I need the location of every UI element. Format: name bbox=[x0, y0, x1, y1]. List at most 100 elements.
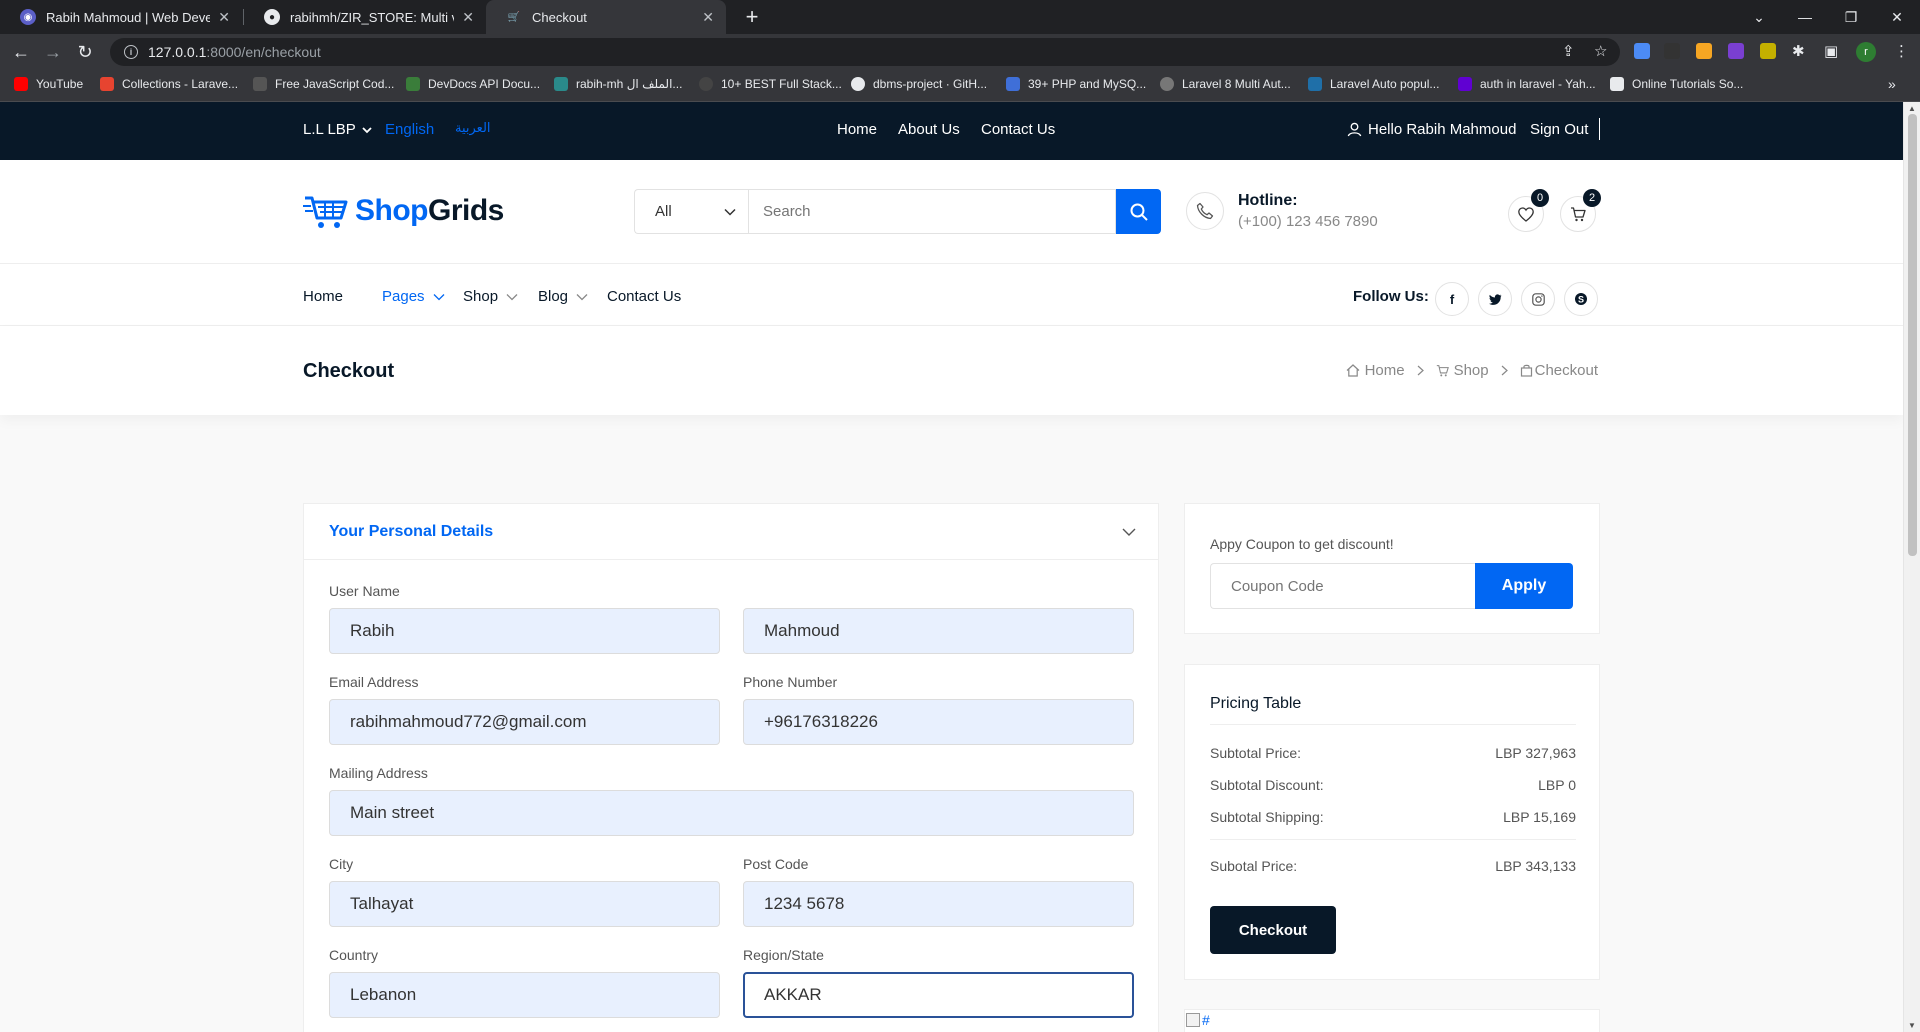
scrollbar-thumb[interactable] bbox=[1908, 114, 1917, 556]
coupon-code-input[interactable] bbox=[1210, 563, 1475, 609]
breadcrumb-shop[interactable]: Shop bbox=[1454, 362, 1489, 379]
personal-details-header[interactable]: Your Personal Details bbox=[304, 504, 1158, 560]
back-arrow-icon[interactable]: ← bbox=[8, 39, 34, 65]
translate-extension-icon[interactable] bbox=[1634, 43, 1650, 59]
extension-icon[interactable] bbox=[1728, 43, 1744, 59]
nav-shop[interactable]: Shop bbox=[463, 288, 518, 305]
tab-checkout[interactable]: 🛒 Checkout ✕ bbox=[486, 0, 726, 34]
lang-english-link[interactable]: English bbox=[385, 121, 434, 138]
scroll-up-icon[interactable]: ▲ bbox=[1908, 104, 1916, 113]
menu-kebab-icon[interactable]: ⋮ bbox=[1894, 42, 1909, 60]
mailing-address-label: Mailing Address bbox=[329, 765, 428, 781]
youtube-icon bbox=[14, 77, 28, 91]
vertical-scrollbar[interactable]: ▲ ▼ bbox=[1903, 102, 1920, 1032]
cart-button[interactable]: 2 bbox=[1560, 189, 1601, 232]
email-input[interactable] bbox=[329, 699, 720, 745]
checkout-button[interactable]: Checkout bbox=[1210, 906, 1336, 954]
share-icon[interactable]: ⇪ bbox=[1562, 42, 1575, 60]
currency-select[interactable]: L.L LBP bbox=[303, 121, 372, 138]
chevron-right-icon bbox=[1417, 365, 1424, 376]
profile-avatar[interactable]: r bbox=[1856, 42, 1876, 62]
skype-icon[interactable]: S bbox=[1564, 282, 1598, 316]
topbar-link-about[interactable]: About Us bbox=[898, 121, 960, 138]
category-select[interactable]: All bbox=[634, 189, 748, 234]
close-window-button[interactable]: ✕ bbox=[1874, 0, 1920, 34]
pricing-row: Subtotal Price: LBP 327,963 bbox=[1210, 745, 1576, 761]
nav-pages[interactable]: Pages bbox=[382, 288, 445, 305]
phone-input[interactable] bbox=[743, 699, 1134, 745]
city-input[interactable] bbox=[329, 881, 720, 927]
bookmark-item[interactable]: Collections - Larave... bbox=[100, 77, 238, 91]
twitter-icon[interactable] bbox=[1478, 282, 1512, 316]
shopgrids-logo[interactable]: ShopGrids bbox=[303, 192, 504, 230]
bookmark-youtube[interactable]: YouTube bbox=[14, 77, 83, 91]
wishlist-button[interactable]: 0 bbox=[1508, 189, 1549, 232]
address-bar[interactable]: i 127.0.0.1:8000/en/checkout bbox=[110, 38, 1620, 66]
tab-github[interactable]: ● rabihmh/ZIR_STORE: Multi vendo ✕ bbox=[244, 0, 486, 34]
lang-arabic-link[interactable]: العربية bbox=[455, 121, 491, 136]
extension-icon[interactable] bbox=[1664, 43, 1680, 59]
site-info-icon[interactable]: i bbox=[124, 45, 138, 59]
topbar-link-contact[interactable]: Contact Us bbox=[981, 121, 1055, 138]
bookmark-item[interactable]: 39+ PHP and MySQ... bbox=[1006, 77, 1146, 91]
restore-button[interactable]: ❐ bbox=[1828, 0, 1874, 34]
facebook-icon[interactable]: f bbox=[1435, 282, 1469, 316]
bookmark-item[interactable]: Laravel Auto popul... bbox=[1308, 77, 1439, 91]
country-input[interactable] bbox=[329, 972, 720, 1018]
nav-contact[interactable]: Contact Us bbox=[607, 288, 681, 305]
sign-out-link[interactable]: Sign Out bbox=[1530, 121, 1588, 138]
coupon-card: Appy Coupon to get discount! Apply bbox=[1184, 503, 1600, 634]
nav-blog[interactable]: Blog bbox=[538, 288, 588, 305]
bookmark-item[interactable]: auth in laravel - Yah... bbox=[1458, 77, 1596, 91]
bookmark-item[interactable]: DevDocs API Docu... bbox=[406, 77, 540, 91]
divider bbox=[1210, 839, 1576, 840]
instagram-icon[interactable] bbox=[1521, 282, 1555, 316]
search-button[interactable] bbox=[1116, 189, 1161, 234]
user-icon bbox=[1347, 122, 1362, 137]
nav-home[interactable]: Home bbox=[303, 288, 343, 305]
chevron-down-icon bbox=[576, 293, 588, 300]
close-tab-icon[interactable]: ✕ bbox=[462, 9, 474, 26]
bookmark-label: Online Tutorials So... bbox=[1632, 77, 1744, 91]
tab-portfolio[interactable]: ◉ Rabih Mahmoud | Web Develope ✕ bbox=[0, 0, 242, 34]
bookmark-item[interactable]: Laravel 8 Multi Aut... bbox=[1160, 77, 1291, 91]
new-tab-button[interactable]: + bbox=[738, 4, 766, 30]
bookmark-item[interactable]: 10+ BEST Full Stack... bbox=[699, 77, 842, 91]
tab-search-icon[interactable]: ⌄ bbox=[1736, 0, 1782, 34]
post-code-input[interactable] bbox=[743, 881, 1134, 927]
promo-banner[interactable]: # bbox=[1184, 1009, 1600, 1032]
github-icon: ● bbox=[264, 9, 280, 25]
scroll-down-icon[interactable]: ▼ bbox=[1908, 1021, 1916, 1030]
search-input[interactable] bbox=[748, 189, 1116, 234]
bookmark-item[interactable]: dbms-project · GitH... bbox=[851, 77, 987, 91]
reload-icon[interactable]: ↻ bbox=[72, 39, 98, 65]
side-panel-icon[interactable]: ▣ bbox=[1824, 42, 1838, 60]
extension-icon[interactable] bbox=[1696, 43, 1712, 59]
pricing-row: Subtotal Shipping: LBP 15,169 bbox=[1210, 809, 1576, 825]
cart-count-badge: 2 bbox=[1583, 189, 1601, 207]
more-bookmarks-icon[interactable]: » bbox=[1888, 76, 1896, 92]
user-greeting[interactable]: Hello Rabih Mahmoud bbox=[1347, 121, 1516, 138]
close-tab-icon[interactable]: ✕ bbox=[702, 9, 714, 26]
bookmark-label: Laravel 8 Multi Aut... bbox=[1182, 77, 1291, 91]
breadcrumb-home[interactable]: Home bbox=[1365, 362, 1405, 379]
pricing-row-label: Subtotal Price: bbox=[1210, 745, 1302, 761]
region-input[interactable] bbox=[743, 972, 1134, 1018]
puzzle-extensions-icon[interactable]: ✱ bbox=[1792, 42, 1805, 60]
minimize-button[interactable]: — bbox=[1782, 0, 1828, 34]
last-name-input[interactable] bbox=[743, 608, 1134, 654]
apply-coupon-button[interactable]: Apply bbox=[1475, 563, 1573, 609]
close-tab-icon[interactable]: ✕ bbox=[218, 9, 230, 26]
forward-arrow-icon[interactable]: → bbox=[40, 39, 66, 65]
extension-icon[interactable] bbox=[1760, 43, 1776, 59]
cart-icon bbox=[1436, 365, 1449, 377]
bookmark-item[interactable]: Free JavaScript Cod... bbox=[253, 77, 394, 91]
bookmark-item[interactable]: Online Tutorials So... bbox=[1610, 77, 1743, 91]
topbar-link-home[interactable]: Home bbox=[837, 121, 877, 138]
mailing-address-input[interactable] bbox=[329, 790, 1134, 836]
bookmark-star-icon[interactable]: ☆ bbox=[1594, 42, 1607, 60]
main-nav: Home Pages Shop Blog Contact Us Follow U… bbox=[0, 264, 1903, 326]
bookmark-item[interactable]: rabih-mh الملف ال... bbox=[554, 77, 682, 91]
chevron-down-icon bbox=[1122, 528, 1136, 536]
first-name-input[interactable] bbox=[329, 608, 720, 654]
